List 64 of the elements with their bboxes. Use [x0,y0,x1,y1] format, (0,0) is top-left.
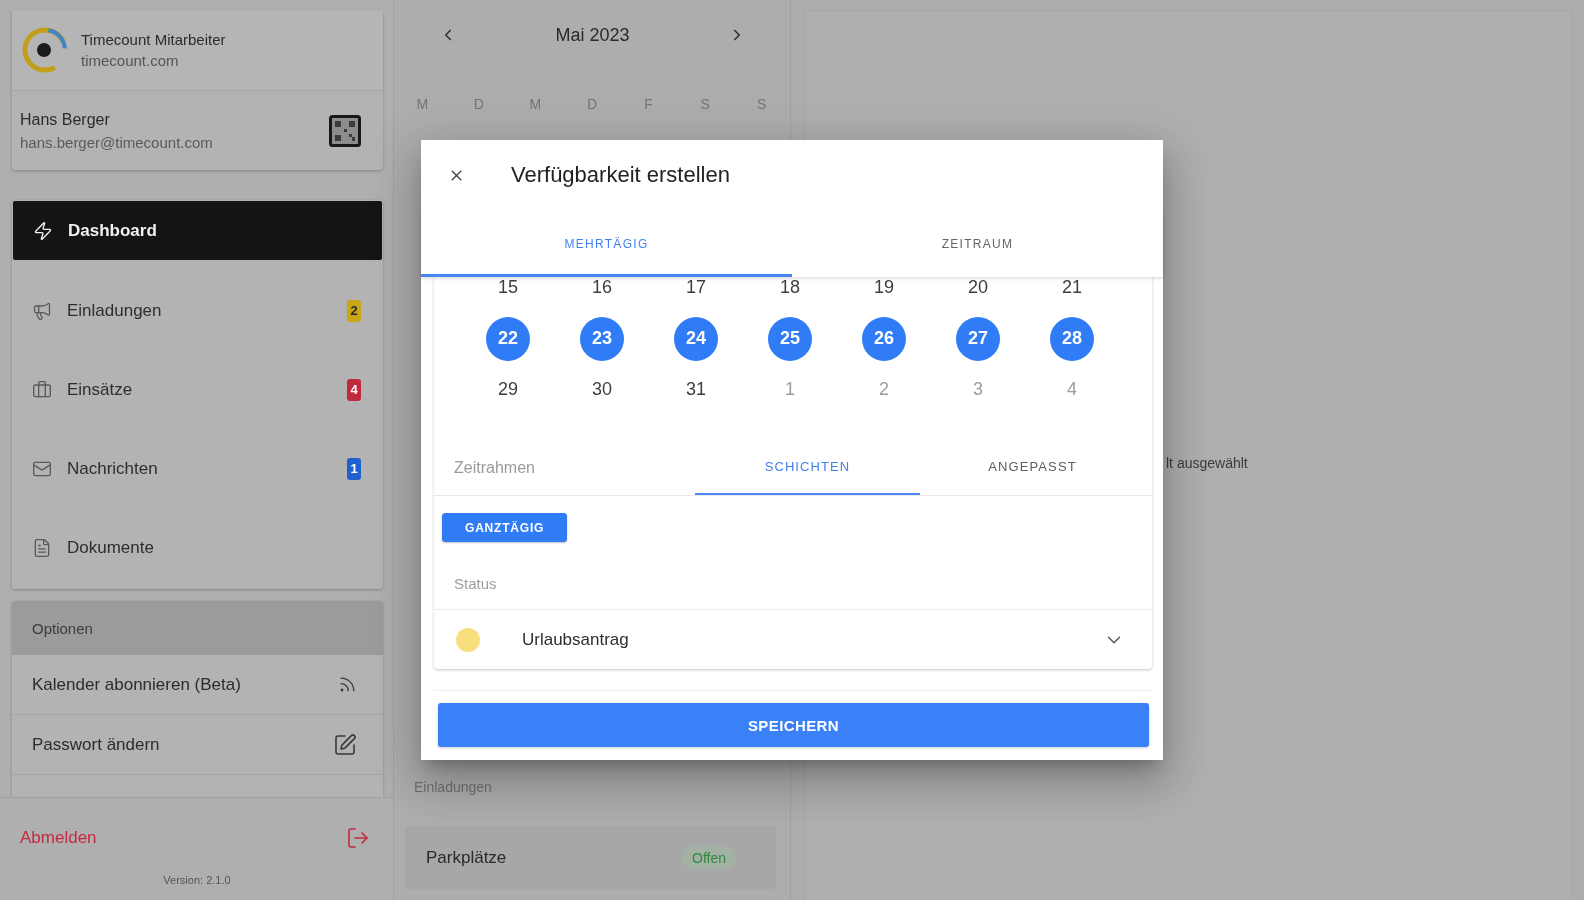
calendar-day[interactable]: 24 [674,316,718,361]
calendar-day[interactable]: 29 [486,379,530,400]
calendar-day[interactable]: 19 [862,277,906,298]
weekday-label: S [757,96,767,112]
dialog-title: Verfügbarkeit erstellen [511,162,730,188]
field-label: Status [453,574,498,594]
empty-state-text: lt ausgewählt [1166,454,1248,471]
mode-tab[interactable]: SCHICHTEN [695,440,920,495]
calendar-day[interactable]: 23 [580,316,624,361]
calendar-day[interactable]: 20 [956,277,1000,298]
menu-item[interactable]: Kalender abonnieren (Beta) [12,655,383,715]
calendar-day[interactable]: 15 [486,277,530,298]
nav-item[interactable]: Dokumente [12,508,383,587]
weekday-label: D [586,96,598,112]
shift-chip[interactable]: GANZTÄGIG [442,513,568,542]
status-label: Offen [682,845,736,870]
nav-item[interactable]: Einladungen 2 [12,271,383,350]
invitation-title: Parkplätze [426,847,507,868]
briefcase-icon [32,379,52,400]
calendar-day[interactable]: 17 [674,277,718,298]
calendar-day[interactable]: 26 [862,316,906,361]
calendar-day[interactable]: 25 [768,316,812,361]
user-name: Hans Berger [20,110,111,129]
lightning-icon [33,220,53,241]
edit-icon [333,732,357,757]
logout-icon [346,826,370,850]
weekday-label: F [644,96,653,112]
weekday-label: M [529,96,542,112]
calendar-day[interactable]: 28 [1050,316,1094,361]
app-title: Timecount Mitarbeiter [81,31,226,48]
weekday-label: M [416,96,429,112]
app-domain: timecount.com [81,52,180,69]
calendar-day[interactable]: 16 [580,277,624,298]
dialog-tab[interactable]: ZEITRAUM [792,210,1163,277]
nav-item[interactable]: Nachrichten 1 [12,429,383,508]
rss-icon [338,675,357,694]
weekday-label: D [473,96,484,112]
mode-tab[interactable]: ANGEPASST [920,440,1145,495]
count-badge: 4 [347,378,361,401]
section-label: Zeitrahmen [454,458,535,477]
options-header: Optionen [12,601,383,655]
megaphone-icon [32,300,52,321]
calendar-day[interactable]: 21 [1050,277,1094,298]
invitation-card[interactable]: Parkplätze Offen [405,826,776,889]
version-text: Version: 2.1.0 [163,874,231,886]
month-title: Mai 2023 [555,24,630,46]
nav-item[interactable]: Dashboard [13,201,382,260]
calendar-day[interactable]: 27 [956,316,1000,361]
weekday-label: S [700,96,710,112]
qr-code-icon[interactable] [329,114,361,147]
section-title: Einladungen [413,779,493,795]
calendar-day[interactable]: 30 [580,379,624,400]
logo-icon [21,26,69,74]
calendar-day[interactable]: 31 [674,379,718,400]
document-icon [32,537,52,558]
nav-item[interactable]: Einsätze 4 [12,350,383,429]
status-select[interactable]: Urlaubsantrag [434,609,1152,669]
count-badge: 2 [347,299,361,322]
save-button[interactable]: SPEICHERN [438,703,1149,747]
count-badge: 1 [347,457,361,480]
calendar-day[interactable]: 18 [768,277,812,298]
menu-item[interactable]: Passwort ändern [12,715,383,775]
calendar-day[interactable]: 22 [486,316,530,361]
user-email: hans.berger@timecount.com [20,133,213,151]
